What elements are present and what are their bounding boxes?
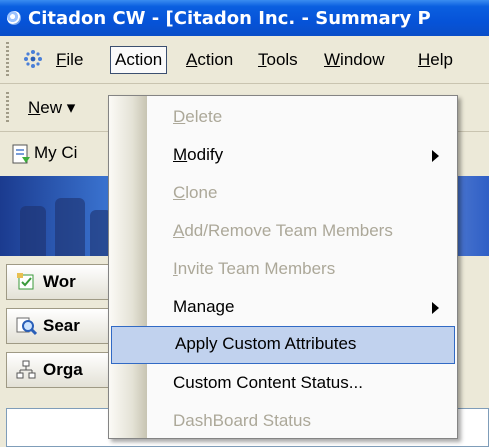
action-dropdown-menu: Delete Modify Clone Add/Remove Team Memb…: [108, 95, 458, 439]
menu-action-open[interactable]: Action: [110, 46, 168, 74]
menu-item-apply-custom-attributes-label: Apply Custom Attributes: [175, 334, 357, 353]
menu-item-add-remove-team-members[interactable]: Add/Remove Team Members: [109, 212, 457, 250]
menu-action-rest: ction: [197, 50, 234, 69]
menu-item-add-remove-label: dd/Remove Team Members: [184, 221, 393, 240]
menu-item-add-remove-mnemonic: A: [173, 221, 185, 240]
my-citadon-link[interactable]: My Ci: [10, 140, 77, 166]
menu-item-manage-label: Manage: [173, 297, 235, 316]
menu-item-delete[interactable]: Delete: [109, 98, 457, 136]
menu-item-apply-custom-attributes[interactable]: Apply Custom Attributes: [111, 326, 455, 364]
new-dropdown-icon[interactable]: ▾: [67, 98, 76, 117]
menu-item-invite-team-members[interactable]: Invite Team Members: [109, 250, 457, 288]
menu-item-dashboard-status-label: DashBoard Status: [173, 411, 311, 430]
menu-tools-rest: ools: [266, 50, 298, 69]
menu-item-delete-label: elete: [185, 107, 223, 126]
menu-help[interactable]: Help: [414, 46, 457, 74]
menu-help-rest: elp: [430, 50, 453, 69]
menu-file-label: ile: [66, 50, 84, 69]
menu-item-custom-content-status[interactable]: Custom Content Status...: [109, 364, 457, 402]
menu-item-modify-mnemonic: M: [173, 145, 188, 164]
menu-item-clone-mnemonic: C: [173, 183, 186, 202]
my-citadon-label: My Ci: [34, 143, 78, 162]
menubar-grip[interactable]: [6, 42, 9, 76]
menu-item-clone-label: lone: [185, 183, 218, 202]
menu-item-manage[interactable]: Manage: [109, 288, 457, 326]
menu-help-mnemonic: H: [418, 50, 431, 69]
menu-window[interactable]: Window: [320, 46, 388, 74]
work-icon: [17, 273, 34, 290]
menu-tools-mnemonic: T: [258, 50, 267, 69]
menu-file[interactable]: File: [52, 46, 87, 74]
title-bar[interactable]: Citadon CW - [Citadon Inc. - Summary P: [0, 0, 489, 36]
menu-window-rest: indow: [340, 50, 385, 69]
my-citadon-icon: [12, 144, 30, 164]
menu-item-dashboard-status[interactable]: DashBoard Status: [109, 402, 457, 440]
panel-search-label: Sear: [43, 316, 80, 335]
organization-icon: [16, 360, 36, 379]
app-icon[interactable]: [7, 11, 21, 25]
window-title: Citadon CW - [Citadon Inc. - Summary P: [28, 7, 431, 29]
menu-item-invite-label: nvite Team Members: [177, 259, 336, 278]
menu-action-open-label: Action: [115, 50, 163, 69]
new-button[interactable]: New ▾: [28, 96, 75, 120]
menu-item-modify[interactable]: Modify: [109, 136, 457, 174]
menu-bar: File Action Action Tools Window Help: [0, 36, 489, 84]
menu-item-clone[interactable]: Clone: [109, 174, 457, 212]
app-menu-icon[interactable]: [22, 48, 44, 70]
toolbar-grip[interactable]: [6, 92, 9, 122]
submenu-arrow-icon: [432, 150, 439, 162]
menu-item-modify-label: odify: [187, 145, 224, 164]
menu-window-mnemonic: W: [324, 50, 341, 69]
new-label: ew: [40, 98, 63, 117]
menu-tools[interactable]: Tools: [254, 46, 302, 74]
menu-item-delete-mnemonic: D: [173, 107, 186, 126]
panel-org-label: Orga: [43, 360, 83, 379]
menu-action-mnemonic: A: [186, 50, 198, 69]
submenu-arrow-icon: [432, 302, 439, 314]
menu-file-mnemonic: F: [56, 50, 67, 69]
panel-work-label: Wor: [43, 272, 76, 291]
new-mnemonic: N: [28, 98, 41, 117]
menu-item-custom-content-status-label: Custom Content Status...: [173, 373, 363, 392]
search-icon: [16, 317, 37, 336]
menu-action[interactable]: Action: [182, 46, 237, 74]
